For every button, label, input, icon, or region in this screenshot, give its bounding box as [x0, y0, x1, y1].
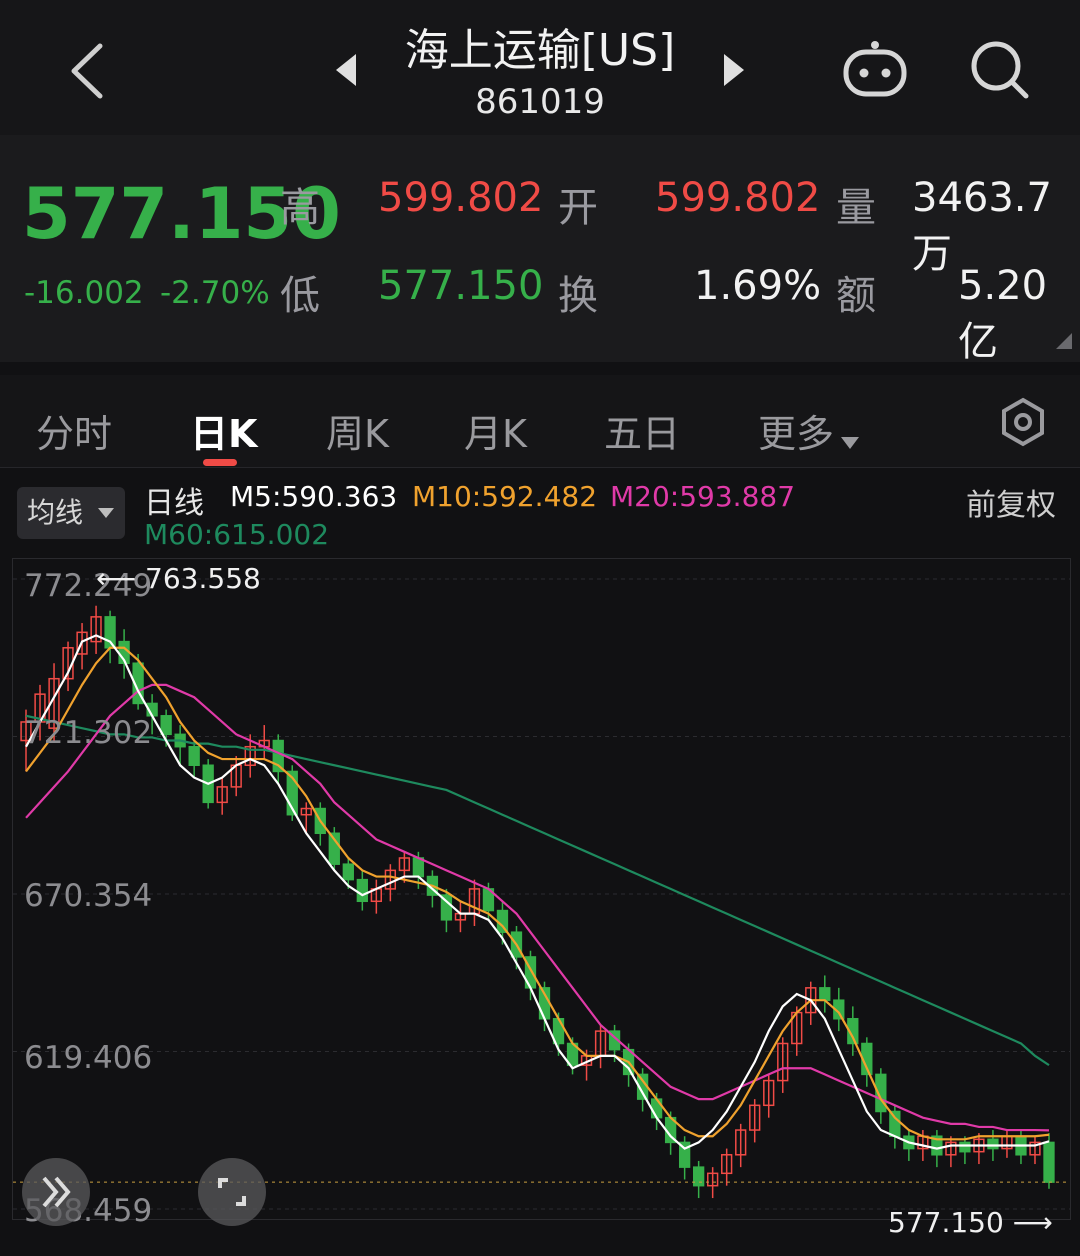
candle-body	[1043, 1141, 1055, 1183]
candle-body	[819, 987, 831, 1001]
quote-panel: 577.150 -16.002 -2.70% 高 599.802 低 577.1…	[0, 135, 1080, 365]
ma5-legend: M5:590.363	[230, 480, 398, 513]
open-value: 599.802	[655, 175, 821, 221]
expand-quote-handle[interactable]	[1054, 331, 1074, 351]
open-label: 开	[558, 185, 598, 231]
last-price-value: 577.150	[888, 1206, 1004, 1239]
y-tick-label: 721.302	[24, 715, 153, 751]
high-value: 599.802	[378, 175, 544, 221]
low-value: 577.150	[378, 263, 544, 309]
double-chevron-right-icon	[42, 1176, 71, 1208]
robot-icon	[843, 41, 907, 97]
next-index-button[interactable]	[716, 50, 750, 90]
indicator-select[interactable]: 均线	[17, 487, 125, 539]
triangle-right-icon	[724, 54, 744, 86]
search-icon	[971, 41, 1029, 99]
tab-more-label: 更多	[758, 412, 835, 456]
y-tick-label: 619.406	[24, 1040, 153, 1076]
candle-body	[188, 745, 200, 767]
m5-line	[25, 634, 1050, 1150]
max-price-annotation: ⟵ 763.558	[96, 562, 261, 595]
ma20-legend: M20:593.887	[610, 480, 796, 513]
tab-intraday[interactable]: 分时	[36, 403, 112, 458]
tab-more[interactable]: 更多	[758, 403, 861, 456]
tab-daily-k[interactable]: 日K	[190, 403, 257, 458]
corner-resize-icon	[1056, 333, 1072, 349]
candle-body	[412, 857, 425, 878]
ma10-legend: M10:592.482	[412, 480, 598, 513]
candle-body	[889, 1110, 901, 1137]
candle-body	[987, 1138, 999, 1150]
tab-five-day[interactable]: 五日	[604, 403, 680, 458]
tab-weekly-k[interactable]: 周K	[326, 403, 389, 458]
triangle-down-icon	[841, 436, 860, 449]
candle-body	[693, 1166, 705, 1187]
hexagon-settings-icon	[1002, 397, 1044, 447]
expand-chart-button[interactable]	[22, 1158, 90, 1226]
period-label: 日线	[144, 486, 204, 521]
turnover-value: 1.69%	[694, 263, 822, 309]
tab-monthly-k[interactable]: 月K	[464, 403, 527, 458]
candle-body	[272, 739, 284, 773]
amount-label: 额	[836, 273, 876, 319]
low-label: 低	[280, 273, 320, 319]
page-title: 海上运输[US]	[404, 25, 676, 76]
y-tick-label: 670.354	[24, 878, 153, 914]
fullscreen-icon	[218, 1178, 246, 1206]
candle-body	[160, 715, 172, 736]
index-code: 861019	[475, 82, 605, 122]
volume-label: 量	[836, 185, 876, 231]
price-change: -16.002	[24, 275, 144, 311]
m60-line	[25, 714, 1050, 1067]
search-button[interactable]	[968, 38, 1032, 102]
indicator-select-label: 均线	[27, 496, 84, 529]
last-price-annotation: 577.150 ⟶	[888, 1206, 1053, 1239]
robot-assistant-button[interactable]	[840, 38, 910, 100]
kline-chart-svg	[13, 578, 1070, 1210]
max-price-value: 763.558	[145, 562, 261, 595]
kline-chart[interactable]	[12, 558, 1071, 1220]
active-tab-indicator	[203, 459, 237, 466]
turnover-label: 换	[558, 273, 598, 319]
triangle-down-icon	[98, 508, 114, 518]
candle-body	[959, 1141, 971, 1153]
price-change-percent: -2.70%	[160, 275, 270, 311]
ma60-legend: M60:615.002	[144, 518, 330, 551]
fullscreen-button[interactable]	[198, 1158, 266, 1226]
top-navigation-bar: 海上运输[US] 861019	[0, 0, 1080, 135]
chart-settings-button[interactable]	[998, 397, 1048, 447]
price-adjust-toggle[interactable]: 前复权	[966, 480, 1056, 524]
period-tabs: 分时 日K 周K 月K 五日 更多	[0, 375, 1080, 468]
amount-value: 5.20亿	[958, 263, 1048, 365]
candle-body	[342, 863, 354, 881]
high-label: 高	[280, 185, 320, 231]
candle-body	[356, 878, 368, 903]
